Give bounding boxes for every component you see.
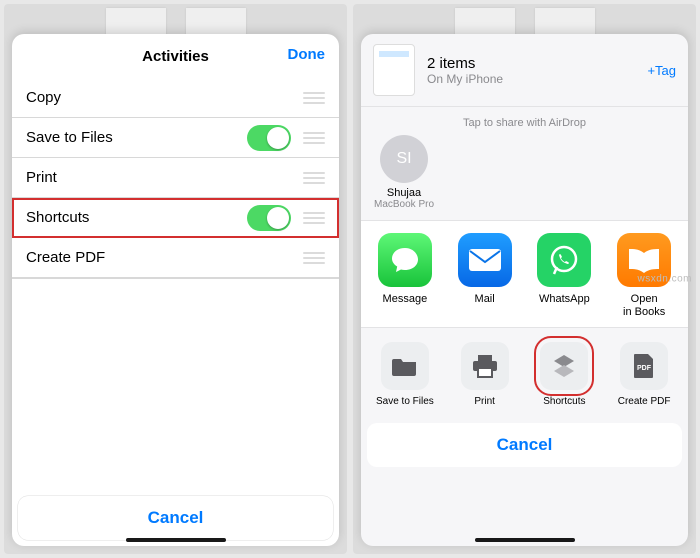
add-tag-button[interactable]: +Tag bbox=[647, 63, 676, 78]
airdrop-contact[interactable]: SI Shujaa MacBook Pro bbox=[373, 135, 435, 210]
row-save-to-files[interactable]: Save to Files bbox=[12, 118, 339, 158]
document-thumbnail bbox=[373, 44, 415, 96]
whatsapp-icon bbox=[537, 233, 591, 287]
activities-title: Activities bbox=[142, 48, 209, 65]
app-mail[interactable]: Mail bbox=[445, 233, 525, 319]
home-indicator bbox=[475, 538, 575, 542]
row-label: Print bbox=[26, 169, 303, 186]
row-label: Save to Files bbox=[26, 129, 247, 146]
folder-icon bbox=[381, 342, 429, 390]
share-sheet: 2 items On My iPhone +Tag Tap to share w… bbox=[361, 34, 688, 546]
drag-handle-icon[interactable] bbox=[303, 92, 325, 104]
watermark: wsxdn.com bbox=[637, 274, 692, 285]
row-label: Shortcuts bbox=[26, 209, 247, 226]
action-save-to-files[interactable]: Save to Files bbox=[365, 342, 445, 407]
row-create-pdf[interactable]: Create PDF bbox=[12, 238, 339, 278]
toggle-switch[interactable] bbox=[247, 205, 291, 231]
items-count: 2 items bbox=[427, 55, 647, 72]
home-indicator bbox=[126, 538, 226, 542]
contact-name: Shujaa bbox=[373, 187, 435, 199]
share-header: 2 items On My iPhone +Tag bbox=[361, 34, 688, 107]
action-print[interactable]: Print bbox=[445, 342, 525, 407]
activities-sheet: Activities Done Copy Save to Files Print… bbox=[12, 34, 339, 546]
printer-icon bbox=[461, 342, 509, 390]
done-button[interactable]: Done bbox=[288, 46, 326, 63]
row-label: Create PDF bbox=[26, 249, 303, 266]
action-label: Save to Files bbox=[365, 396, 445, 407]
activities-header: Activities Done bbox=[12, 34, 339, 78]
actions-row: Save to Files Print Shortcuts PDF Create… bbox=[361, 328, 688, 417]
app-label: WhatsApp bbox=[525, 293, 605, 306]
svg-text:PDF: PDF bbox=[637, 365, 652, 372]
contact-device: MacBook Pro bbox=[373, 199, 435, 210]
shortcuts-icon bbox=[540, 342, 588, 390]
row-print[interactable]: Print bbox=[12, 158, 339, 198]
action-label: Print bbox=[445, 396, 525, 407]
pdf-icon: PDF bbox=[620, 342, 668, 390]
app-label: Message bbox=[365, 293, 445, 306]
airdrop-section: Tap to share with AirDrop SI Shujaa MacB… bbox=[361, 107, 688, 220]
drag-handle-icon[interactable] bbox=[303, 252, 325, 264]
action-create-pdf[interactable]: PDF Create PDF bbox=[604, 342, 684, 407]
mail-icon bbox=[458, 233, 512, 287]
app-label: Mail bbox=[445, 293, 525, 306]
app-whatsapp[interactable]: WhatsApp bbox=[525, 233, 605, 319]
app-message[interactable]: Message bbox=[365, 233, 445, 319]
action-shortcuts[interactable]: Shortcuts bbox=[525, 342, 605, 407]
action-label: Shortcuts bbox=[525, 396, 605, 407]
drag-handle-icon[interactable] bbox=[303, 172, 325, 184]
airdrop-caption: Tap to share with AirDrop bbox=[361, 113, 688, 135]
toggle-switch[interactable] bbox=[247, 125, 291, 151]
drag-handle-icon[interactable] bbox=[303, 212, 325, 224]
avatar: SI bbox=[380, 135, 428, 183]
activities-panel: Activities Done Copy Save to Files Print… bbox=[4, 4, 347, 554]
row-shortcuts[interactable]: Shortcuts bbox=[12, 198, 339, 238]
app-label: Open in Books bbox=[604, 293, 684, 319]
drag-handle-icon[interactable] bbox=[303, 132, 325, 144]
cancel-button[interactable]: Cancel bbox=[367, 423, 682, 467]
message-icon bbox=[378, 233, 432, 287]
action-label: Create PDF bbox=[604, 396, 684, 407]
row-copy[interactable]: Copy bbox=[12, 78, 339, 118]
cancel-button[interactable]: Cancel bbox=[18, 496, 333, 540]
activities-list: Copy Save to Files Print Shortcuts Creat… bbox=[12, 78, 339, 490]
row-label: Copy bbox=[26, 89, 303, 106]
items-location: On My iPhone bbox=[427, 72, 647, 86]
